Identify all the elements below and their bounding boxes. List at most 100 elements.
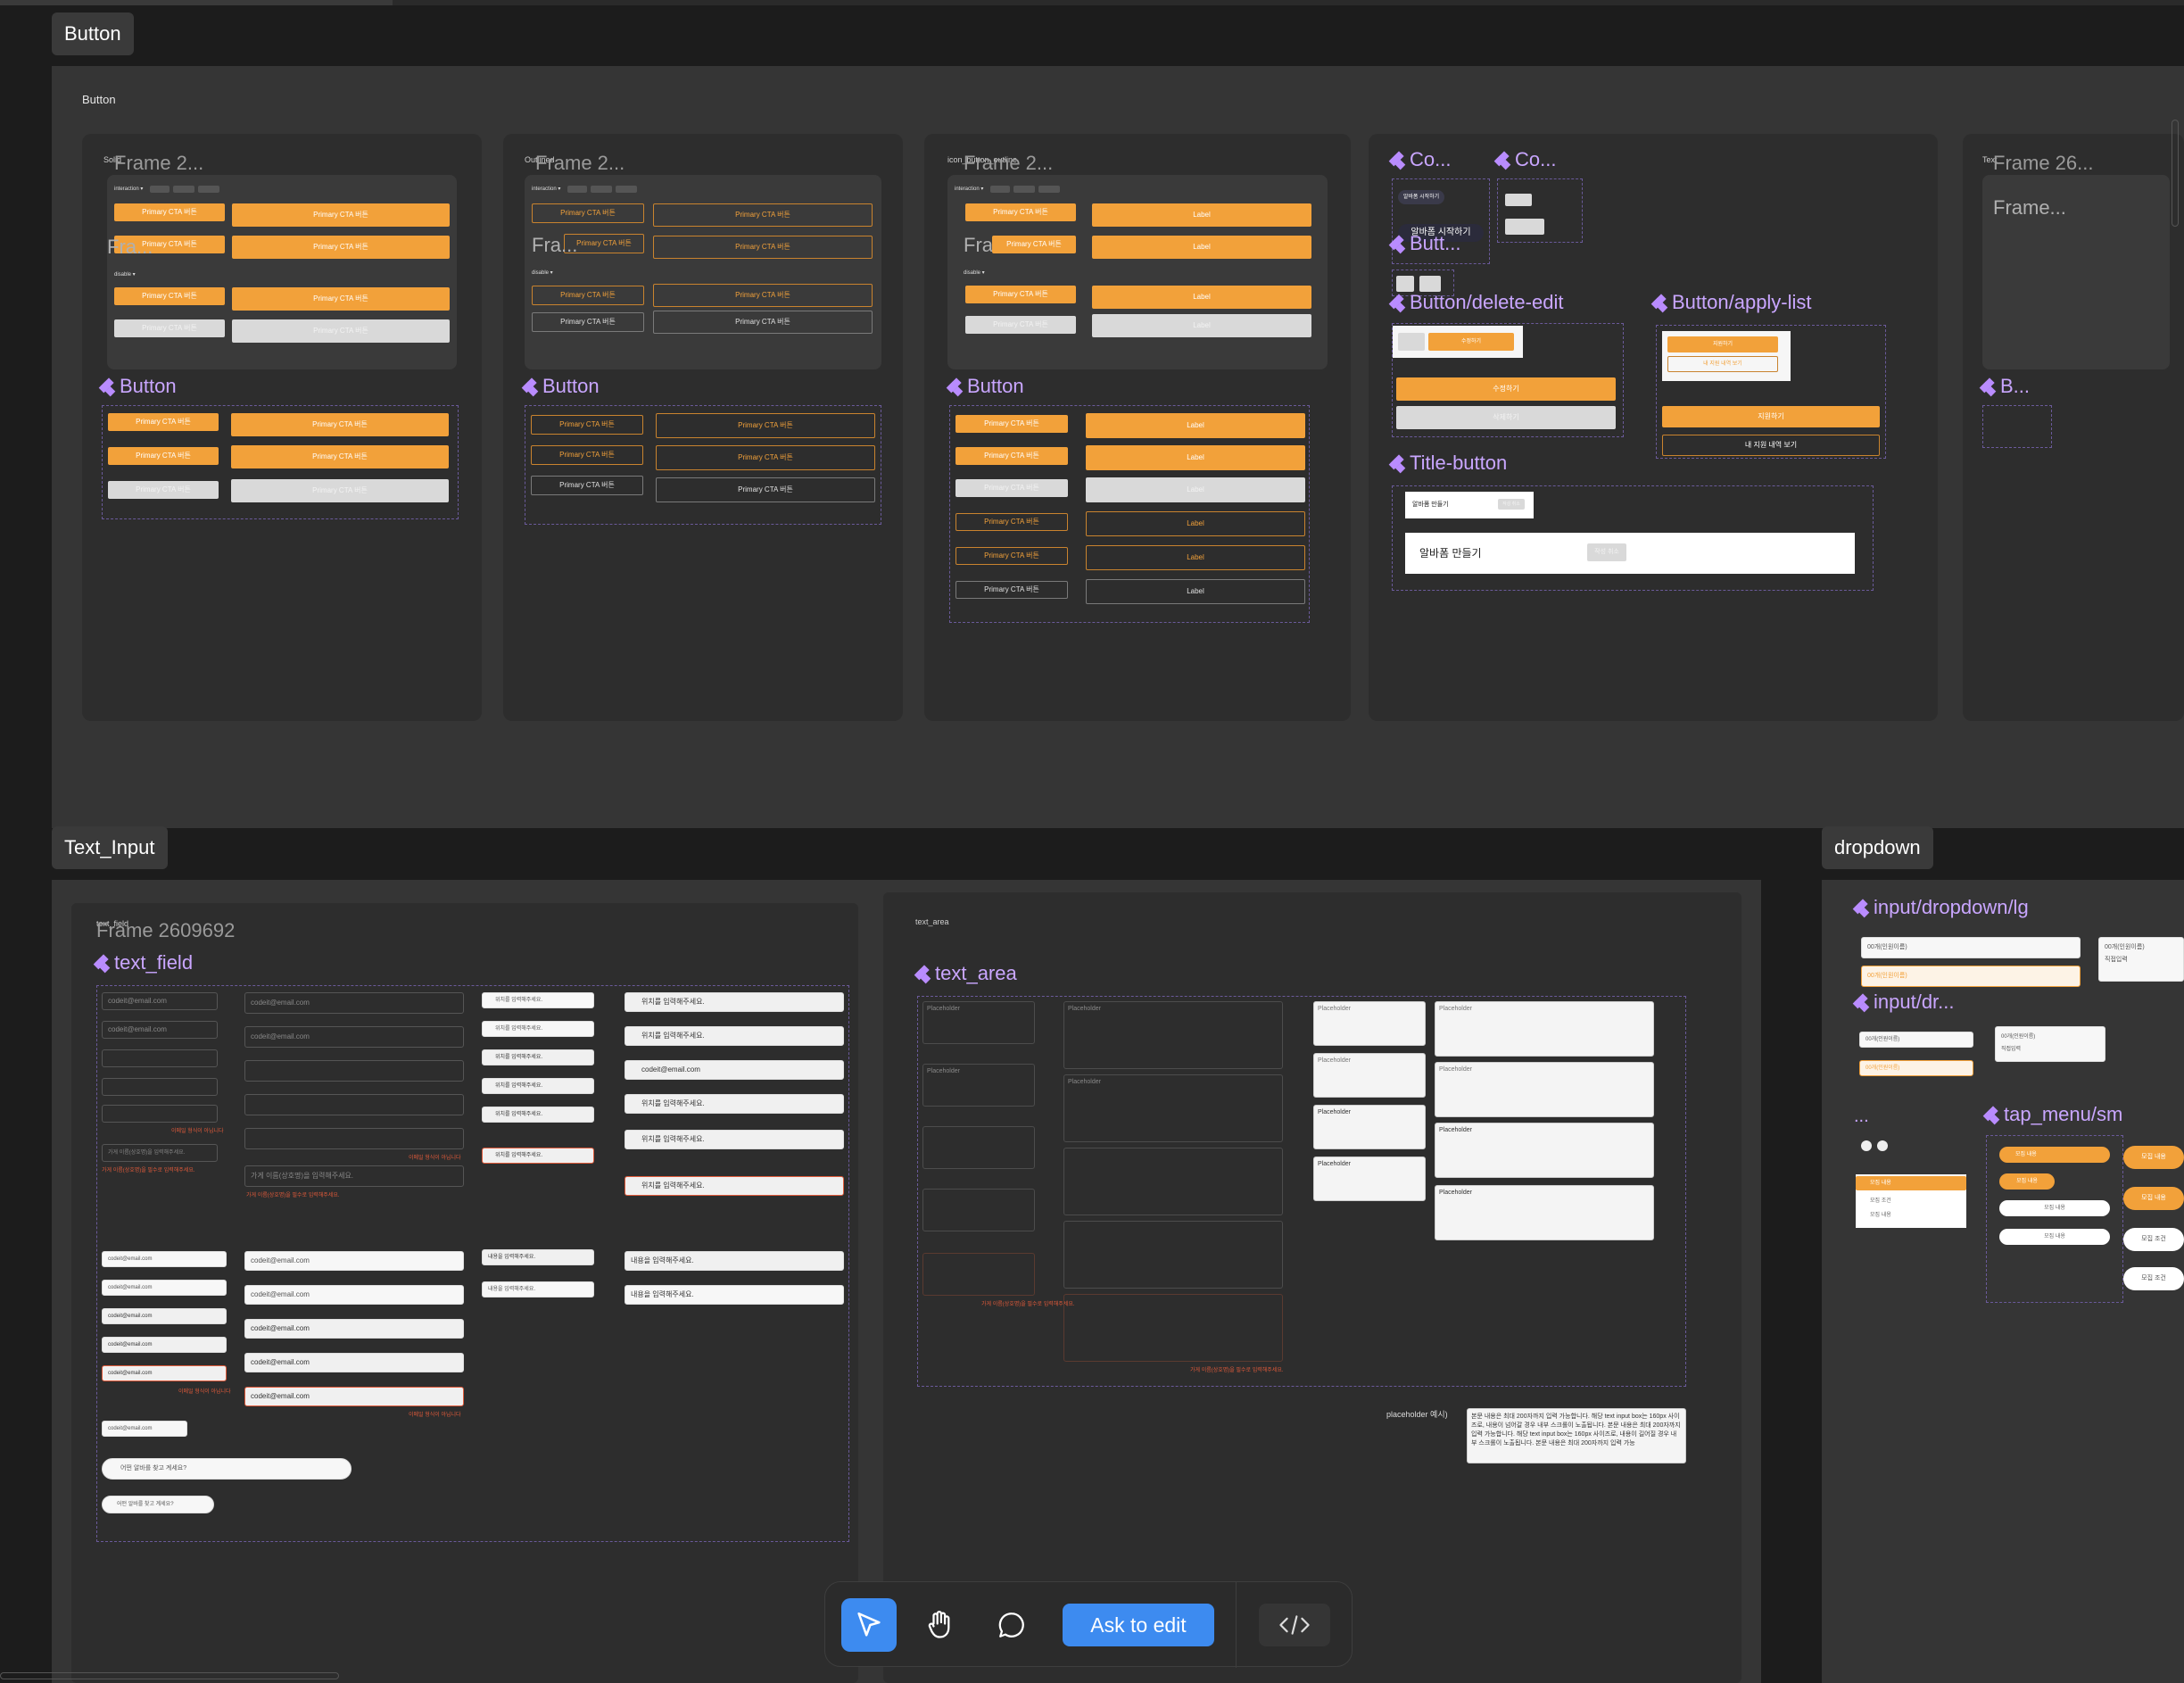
tap-menu-item[interactable]: 모집 내용 — [1870, 1210, 1891, 1218]
outline-cta-button[interactable]: Primary CTA 버튼 — [653, 203, 873, 227]
dropdown-sm[interactable]: 00개(인원이름) — [1859, 1032, 1973, 1048]
component-title-button[interactable]: Button — [525, 375, 600, 398]
vertical-scrollbar[interactable] — [2172, 120, 2179, 227]
label-button[interactable]: Label — [1092, 236, 1311, 259]
component-title-co2[interactable]: Co... — [1497, 148, 1556, 171]
tap-menu-pill[interactable]: 모집 조건 — [2123, 1267, 2184, 1290]
component-title-button[interactable]: Button — [949, 375, 1024, 398]
outline-cta-button[interactable]: Primary CTA 버튼 — [532, 286, 644, 305]
component-title-dropdown-sm[interactable]: input/dr... — [1856, 991, 1955, 1014]
location-field[interactable]: 위치를 입력해주세요. — [482, 1021, 594, 1037]
email-field[interactable]: codeit@email.com — [244, 1353, 464, 1372]
location-field[interactable]: 위치를 입력해주세요. — [482, 1049, 594, 1065]
dropdown-lg-focused[interactable]: 00개(인원이름) — [1861, 966, 2081, 987]
start-pill-small[interactable]: 알바폼 시작하기 — [1398, 190, 1444, 204]
content-field[interactable]: 내용을 입력해주세요. — [482, 1249, 594, 1265]
dropdown-lg[interactable]: 00개(인원이름) — [1861, 937, 2081, 958]
dropdown-sm-focused[interactable]: 00개(인원이름) — [1859, 1060, 1973, 1076]
dropdown-option[interactable]: 직접입력 — [2105, 954, 2183, 966]
textarea-small[interactable]: Placeholder — [1313, 1053, 1426, 1098]
component-title-dropdown-lg[interactable]: input/dropdown/lg — [1856, 896, 2029, 919]
outline-cta-button[interactable]: Primary CTA 버튼 — [956, 547, 1068, 565]
trash-icon[interactable] — [1398, 333, 1425, 351]
textarea-small[interactable] — [922, 1126, 1035, 1169]
dropdown-option[interactable]: 00개(인원이름) — [2001, 1031, 2105, 1043]
email-field[interactable]: codeit@email.com — [244, 992, 464, 1014]
content-field[interactable]: 내용을 입력해주세요. — [625, 1285, 844, 1305]
outline-label-button[interactable]: Label — [1086, 511, 1305, 536]
content-field[interactable]: 내용을 입력해주세요. — [625, 1251, 844, 1271]
name-field[interactable]: 가게 이름(상호명)을 입력해주세요. — [102, 1144, 218, 1162]
frame-title[interactable]: Frame 2... — [964, 152, 1053, 175]
textarea-small[interactable] — [922, 1189, 1035, 1231]
textarea-large[interactable] — [1063, 1148, 1283, 1215]
apply-button[interactable]: 지원하기 — [1662, 406, 1880, 427]
primary-cta-button[interactable]: Primary CTA 버튼 — [108, 447, 219, 465]
email-field[interactable]: codeit@email.com — [102, 1251, 227, 1267]
email-field[interactable]: codeit@email.com — [244, 1285, 464, 1305]
textarea-large[interactable]: Placeholder — [1435, 1123, 1654, 1178]
search-input-small[interactable]: 어떤 알바를 찾고 계세요? — [102, 1496, 214, 1513]
frame-title[interactable]: Frame 26... — [1993, 152, 2093, 175]
location-field[interactable]: 위치를 입력해주세요. — [625, 1094, 844, 1114]
email-field[interactable] — [102, 1078, 218, 1096]
textarea-small-error[interactable] — [922, 1253, 1035, 1296]
outline-cta-button[interactable]: Primary CTA 버튼 — [653, 284, 873, 307]
cursor-tool-button[interactable] — [841, 1598, 897, 1652]
dropdown-menu[interactable]: 00개(인원이름) 직접입력 — [2098, 937, 2184, 982]
section-tab-text-input[interactable]: Text_Input — [52, 826, 168, 869]
edit-button[interactable]: 수정하기 — [1396, 377, 1616, 401]
frame-title[interactable]: Frame 2... — [535, 152, 625, 175]
frame-title[interactable]: Frame 2609692 — [96, 919, 235, 942]
component-title-text-area[interactable]: text_area — [917, 962, 1017, 985]
email-field[interactable] — [244, 1094, 464, 1115]
textarea-large[interactable]: Placeholder — [1435, 1185, 1654, 1240]
textarea-large[interactable]: Placeholder — [1435, 1001, 1654, 1057]
primary-cta-button[interactable]: Primary CTA 버튼 — [108, 413, 219, 431]
email-field[interactable]: codeit@email.com — [102, 1021, 218, 1039]
dropdown-option[interactable]: 00개(인원이름) — [2105, 941, 2183, 954]
component-title-delete-edit[interactable]: Button/delete-edit — [1392, 291, 1563, 314]
email-field[interactable] — [244, 1128, 464, 1149]
tap-menu-pill[interactable]: 모집 내용 — [2123, 1146, 2184, 1169]
placeholder-example-textarea[interactable]: 본문 내용은 최대 200자까지 입력 가능합니다. 해당 text input… — [1467, 1408, 1686, 1463]
textarea-large-error[interactable] — [1063, 1294, 1283, 1362]
label-button[interactable]: Label — [1086, 413, 1305, 438]
frame-card-outlined[interactable]: Outlined Frame 2... interaction ▾ Primar… — [503, 134, 903, 721]
frame-card-text[interactable]: Text Frame 26... Frame... B... — [1963, 134, 2184, 721]
primary-cta-button[interactable]: Primary CTA 버튼 — [114, 287, 225, 305]
content-field[interactable]: 내용을 입력해주세요. — [482, 1281, 594, 1297]
textarea-small[interactable]: Placeholder — [922, 1001, 1035, 1044]
email-field-error[interactable]: codeit@email.com — [102, 1365, 227, 1381]
frame-card-solid[interactable]: Solid Frame 2... interaction ▾ Primary C… — [82, 134, 482, 721]
primary-cta-button[interactable]: Primary CTA 버튼 — [965, 203, 1076, 221]
primary-cta-button[interactable]: Primary CTA 버튼 — [232, 203, 450, 227]
title-button-large[interactable]: 알바폼 만들기 — [1405, 533, 1855, 574]
primary-cta-button[interactable]: Primary CTA 버튼 — [956, 447, 1068, 465]
component-title-title-button[interactable]: Title-button — [1392, 452, 1507, 475]
component-title-co1[interactable]: Co... — [1392, 148, 1451, 171]
location-field[interactable]: 위치를 입력해주세요. — [625, 992, 844, 1012]
location-field-error[interactable]: 위치를 입력해주세요. — [625, 1176, 844, 1196]
component-title-butt[interactable]: Butt... — [1392, 232, 1460, 255]
label-button[interactable]: Label — [1092, 203, 1311, 227]
outline-label-button[interactable]: Label — [1086, 545, 1305, 570]
outline-cta-button[interactable]: Primary CTA 버튼 — [531, 445, 643, 465]
textarea-large[interactable]: Placeholder — [1063, 1074, 1283, 1142]
name-field[interactable]: 가게 이름(상호명)을 입력해주세요. — [244, 1165, 464, 1187]
tap-menu-item-active[interactable]: 모집 내용 — [1856, 1176, 1966, 1190]
search-input[interactable]: 어떤 알바를 찾고 계세요? — [102, 1458, 352, 1480]
comment-tool-button[interactable] — [984, 1598, 1039, 1652]
location-field-error[interactable]: 위치를 입력해주세요. — [482, 1148, 594, 1164]
edit-button[interactable]: 수정하기 — [1428, 333, 1514, 351]
textarea-small[interactable]: Placeholder — [1313, 1157, 1426, 1201]
primary-cta-button[interactable]: Primary CTA 버튼 — [992, 236, 1076, 253]
textarea-small[interactable]: Placeholder — [922, 1064, 1035, 1107]
textarea-small[interactable]: Placeholder — [1313, 1001, 1426, 1046]
textarea-large[interactable]: Placeholder — [1063, 1001, 1283, 1069]
tap-menu-item[interactable]: 모집 내용 — [1999, 1229, 2110, 1245]
radio-dot[interactable] — [1861, 1140, 1872, 1151]
outline-cta-button[interactable]: Primary CTA 버튼 — [531, 415, 643, 435]
primary-cta-button[interactable]: Primary CTA 버튼 — [231, 445, 449, 468]
email-field[interactable] — [102, 1105, 218, 1123]
